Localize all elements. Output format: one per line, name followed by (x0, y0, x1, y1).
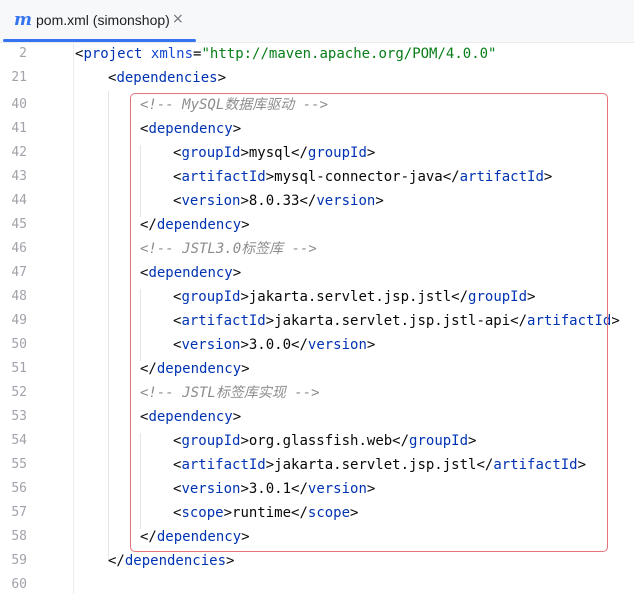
code-line[interactable]: 59 </dependencies> (0, 549, 634, 573)
line-number: 59 (11, 553, 27, 568)
code-editor[interactable]: 2 <project xmlns="http://maven.apache.org… (0, 43, 634, 594)
code-text: <dependencies> (108, 66, 226, 90)
line-number: 49 (11, 313, 27, 328)
line-number: 56 (11, 481, 27, 496)
tag-name-token: project (83, 46, 143, 62)
line-number: 45 (11, 217, 27, 232)
punctuation-token (142, 46, 150, 62)
line-number: 42 (11, 145, 27, 160)
line-number: 43 (11, 169, 27, 184)
line-number: 47 (11, 265, 27, 280)
code-line[interactable]: 21 <dependencies> (0, 66, 634, 90)
punctuation-token: > (226, 553, 235, 569)
line-number: 57 (11, 505, 27, 520)
line-number: 48 (11, 289, 27, 304)
close-icon[interactable]: × (172, 11, 184, 27)
tag-name-token: dependencies (116, 70, 218, 86)
line-number: 50 (11, 337, 27, 352)
code-line[interactable]: 2 <project xmlns="http://maven.apache.org… (0, 42, 634, 66)
line-number: 55 (11, 457, 27, 472)
line-number: 58 (11, 529, 27, 544)
tab-pom-xml[interactable]: m pom.xml (simonshop) × (0, 0, 196, 42)
attribute-token: xmlns (150, 46, 194, 62)
maven-m-icon: m (14, 10, 32, 30)
line-number: 40 (11, 97, 27, 112)
line-number: 60 (11, 577, 27, 592)
punctuation-token: > (611, 313, 620, 329)
string-token: "http://maven.apache.org/POM/4.0.0" (201, 46, 497, 62)
highlight-annotation-box (130, 93, 608, 552)
tag-name-token: dependencies (124, 553, 227, 569)
line-number: 41 (11, 121, 27, 136)
line-number: 52 (11, 385, 27, 400)
line-number: 51 (11, 361, 27, 376)
line-number: 21 (11, 70, 27, 85)
tab-title: pom.xml (simonshop) (36, 12, 170, 28)
line-number: 44 (11, 193, 27, 208)
line-number: 54 (11, 433, 27, 448)
code-text: </dependencies> (108, 549, 234, 573)
punctuation-token: > (217, 70, 227, 86)
punctuation-token: </ (108, 553, 125, 569)
line-number: 46 (11, 241, 27, 256)
line-number: 53 (11, 409, 27, 424)
line-number: 2 (19, 46, 27, 61)
editor-tab-bar: m pom.xml (simonshop) × (0, 0, 634, 43)
code-line[interactable]: 60 (0, 573, 634, 597)
code-text: <project xmlns="http://maven.apache.org/… (75, 42, 497, 66)
